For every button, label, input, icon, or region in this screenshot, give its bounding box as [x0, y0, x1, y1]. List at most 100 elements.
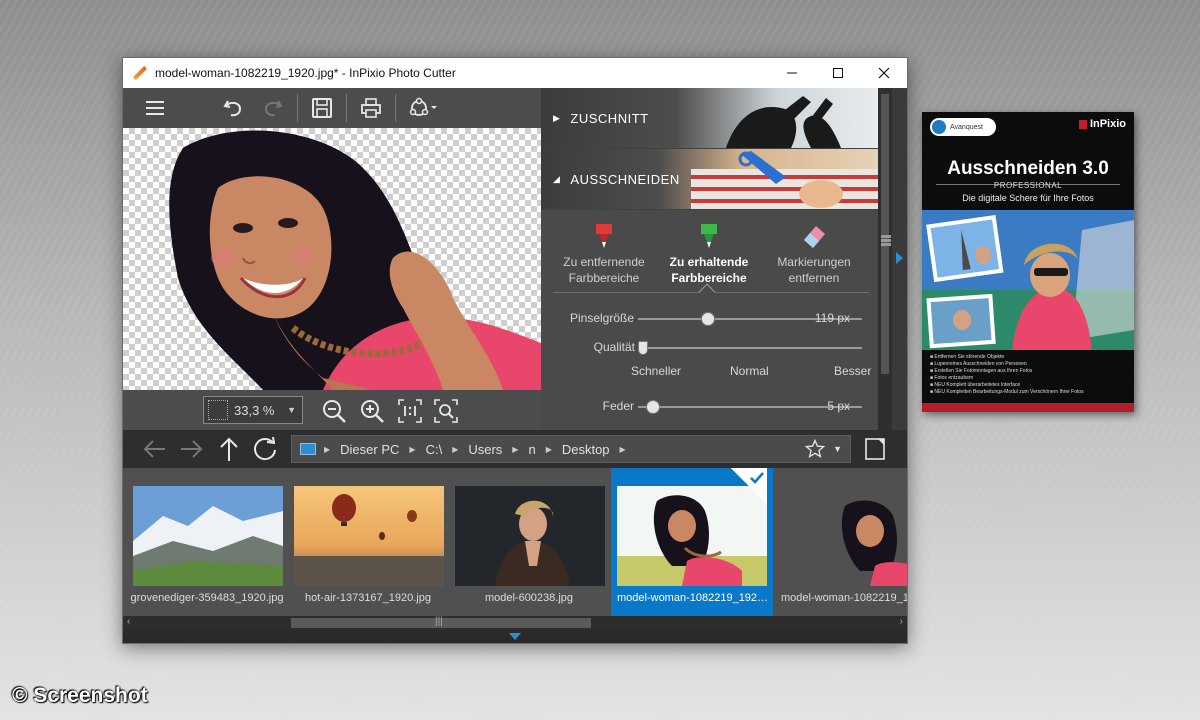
chevron-right-icon: ▶ [409, 444, 416, 454]
inpixio-logo-text: InPixio [1089, 118, 1126, 130]
avanquest-logo-text: Avanquest [950, 123, 983, 131]
panel-toggle-icon [865, 438, 885, 460]
print-button[interactable] [351, 88, 391, 128]
feather-handle[interactable] [646, 400, 660, 414]
toolbar-separator [346, 94, 347, 122]
thumbnail-item[interactable]: model-woman-1082219_1920.jpg [775, 468, 907, 616]
cutout-tools: Zu entfernende Farbbereiche Zu erhaltend… [541, 210, 878, 430]
checkmark-icon [750, 472, 764, 484]
cutout-portrait-image [169, 130, 541, 390]
quality-slider[interactable] [638, 341, 862, 355]
close-icon [878, 67, 890, 79]
balloons-thumbnail-image [294, 486, 444, 586]
section-zuschnitt[interactable]: ▶ ZUSCHNITT [541, 88, 878, 148]
thumbnail-caption: model-woman-1082219_1920.jpg [617, 592, 773, 604]
thumbnail-item-selected[interactable]: model-woman-1082219_1920.jpg [611, 468, 773, 616]
save-button[interactable] [302, 88, 342, 128]
brush-size-row: Pinselgröße 119 px [541, 307, 878, 331]
keep-areas-tool[interactable]: Zu erhaltende Farbbereiche [654, 222, 764, 286]
zoom-level-select[interactable]: 33,3 % ▼ [203, 396, 303, 424]
toggle-panel-button[interactable] [863, 437, 887, 461]
model-woman-cutout-thumbnail-image [785, 486, 907, 586]
section-zuschnitt-label: ZUSCHNITT [570, 110, 649, 126]
section-ausschneiden-label: AUSSCHNEIDEN [570, 171, 680, 187]
address-bar[interactable]: ▶ Dieser PC ▶ C:\ ▶ Users ▶ n ▶ Desktop … [291, 435, 851, 463]
product-feature: Lupenreines Ausschneiden von Personen [930, 361, 1128, 368]
feather-value: 5 px [827, 399, 850, 413]
back-button[interactable] [141, 435, 169, 463]
image-canvas[interactable] [123, 128, 541, 390]
fit-to-window-button[interactable] [433, 398, 459, 424]
favorites-dropdown-icon[interactable]: ▼ [833, 444, 842, 454]
remove-areas-tool[interactable]: Zu entfernende Farbbereiche [549, 222, 659, 286]
zoom-in-icon [361, 400, 384, 423]
quality-tick-normal: Normal [730, 364, 769, 378]
thumbnail-item[interactable]: grovenediger-359483_1920.jpg [123, 468, 283, 616]
product-collage-image [922, 210, 1134, 350]
section-ausschneiden[interactable]: ◢ AUSSCHNEIDEN [541, 149, 878, 209]
zoom-in-button[interactable] [359, 398, 385, 424]
product-box-header: Avanquest InPixio [922, 112, 1134, 158]
quality-label: Qualität [593, 340, 635, 354]
forward-button[interactable] [177, 435, 205, 463]
product-feature: Erstellen Sie Fotomontagen aus Ihren Fot… [930, 368, 1128, 375]
avanquest-logo-icon [932, 120, 946, 134]
star-icon [805, 439, 826, 458]
menu-icon [146, 101, 164, 115]
redo-button[interactable] [253, 88, 293, 128]
save-icon [312, 98, 332, 118]
zoom-level-value: 33,3 % [234, 402, 275, 418]
app-pencil-icon [133, 66, 147, 80]
scroll-right-icon[interactable]: › [900, 616, 903, 627]
maximize-button[interactable] [815, 58, 861, 88]
computer-icon [300, 443, 316, 455]
product-feature: NEU Kompletten Bearbeitungs-Modul zum Ve… [930, 389, 1128, 396]
close-button[interactable] [861, 58, 907, 88]
feather-row: Feder 5 px [541, 395, 878, 419]
erase-marks-label: Markierungen entfernen [777, 255, 851, 285]
thumbnail-caption: hot-air-1373167_1920.jpg [305, 592, 431, 604]
thumbnail-item[interactable]: model-600238.jpg [445, 468, 605, 616]
collapse-strip-icon[interactable] [509, 633, 521, 640]
zoom-bar: 33,3 % ▼ [123, 390, 541, 430]
feather-label: Feder [602, 399, 634, 413]
thumbnail-strip: grovenediger-359483_1920.jpg hot-air-137… [123, 468, 907, 616]
toolbar-separator [297, 94, 298, 122]
print-icon [361, 98, 381, 118]
breadcrumb: ▶ Dieser PC ▶ C:\ ▶ Users ▶ n ▶ Desktop … [324, 442, 636, 457]
minimize-button[interactable] [769, 58, 815, 88]
breadcrumb-item[interactable]: Dieser PC [340, 442, 399, 457]
refresh-button[interactable] [251, 435, 279, 463]
title-bar: model-woman-1082219_1920.jpg* - InPixio … [123, 58, 907, 88]
inpixio-logo-icon [1078, 119, 1087, 129]
thumbnail-item[interactable]: hot-air-1373167_1920.jpg [284, 468, 444, 616]
product-feature: NEU Komplett überarbeitetes Interface [930, 382, 1128, 389]
erase-marks-tool[interactable]: Markierungen entfernen [759, 222, 869, 286]
panel-scrollbar[interactable]: ▬ ▬ ▬ [878, 88, 892, 430]
quality-row: Qualität [541, 336, 878, 360]
breadcrumb-item[interactable]: Desktop [562, 442, 610, 457]
zoom-out-button[interactable] [321, 398, 347, 424]
quality-handle[interactable] [638, 341, 648, 355]
favorite-button[interactable] [805, 439, 826, 459]
breadcrumb-item[interactable]: Users [468, 442, 502, 457]
product-feature-list: Entfernen Sie störende Objekte Lupenrein… [930, 354, 1128, 396]
red-marker-icon [596, 224, 612, 248]
menu-button[interactable] [135, 88, 175, 128]
undo-button[interactable] [213, 88, 253, 128]
thumbnail-caption: model-woman-1082219_1920.jpg [781, 592, 907, 604]
side-collapse-strip[interactable] [892, 88, 907, 430]
breadcrumb-item[interactable]: C:\ [426, 442, 443, 457]
brush-size-handle[interactable] [701, 312, 715, 326]
maximize-icon [833, 68, 843, 78]
scroll-left-icon[interactable]: ‹ [127, 616, 130, 627]
eraser-icon [804, 226, 825, 248]
scroll-grip-icon: ▬ ▬ ▬ [881, 230, 891, 249]
zoom-out-icon [323, 400, 346, 423]
thumbnail-scrollbar[interactable]: ‹ ||| › [123, 616, 907, 630]
breadcrumb-item[interactable]: n [528, 442, 535, 457]
actual-size-button[interactable] [397, 398, 423, 424]
share-button[interactable] [400, 88, 446, 128]
up-folder-button[interactable] [215, 435, 243, 463]
toolbar-separator [395, 94, 396, 122]
